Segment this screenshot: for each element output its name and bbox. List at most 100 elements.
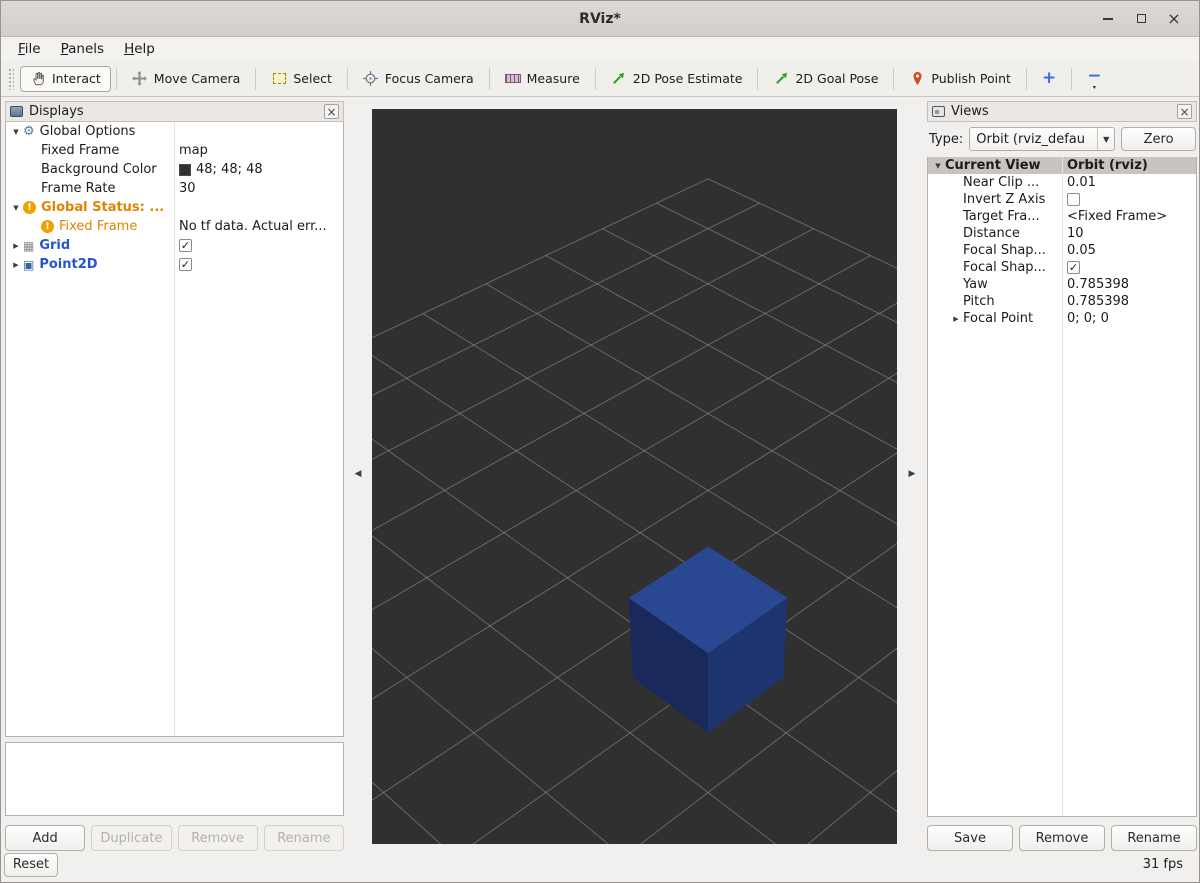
property-label: Fixed Frame (41, 143, 119, 158)
value-text: 30 (179, 181, 196, 196)
close-icon: × (1167, 11, 1180, 27)
property-value: 30 (174, 179, 343, 198)
checkbox[interactable] (1067, 193, 1080, 206)
views-rename-button[interactable]: Rename (1111, 825, 1197, 851)
green-arrow-icon (773, 71, 789, 87)
expand-icon[interactable]: ▶ (949, 315, 963, 323)
tool-label: Focus Camera (385, 71, 474, 86)
view-type-select[interactable]: Orbit (rviz_defau ▼ (969, 127, 1115, 151)
expand-icon[interactable]: ▶ (9, 242, 23, 250)
tool-move-camera-button[interactable]: Move Camera (122, 66, 251, 92)
property-name: ▼Current View (928, 157, 1062, 174)
view-type-label: Type: (929, 132, 963, 147)
grid-icon: ▦ (23, 240, 34, 252)
column-divider[interactable] (174, 122, 175, 736)
property-label: Focal Shap... (963, 243, 1046, 258)
chevron-down-icon: ▼ (1097, 128, 1114, 150)
window-controls: × (1099, 10, 1199, 28)
render-view[interactable] (372, 109, 897, 844)
collapse-left-icon[interactable]: ◀ (355, 469, 362, 479)
column-divider[interactable] (1062, 157, 1063, 816)
tool-2d-pose-estimate-button[interactable]: 2D Pose Estimate (601, 66, 753, 92)
toolbar-separator (116, 68, 117, 90)
tool-publish-point-button[interactable]: Publish Point (899, 66, 1021, 92)
color-swatch[interactable] (179, 164, 191, 176)
displays-buttons: AddDuplicateRemoveRename (5, 825, 344, 851)
value-text: Orbit (rviz) (1067, 158, 1148, 173)
tool-select-button[interactable]: Select (261, 66, 342, 92)
property-name: ▶▦ Grid (6, 236, 174, 255)
collapse-icon[interactable]: ▼ (9, 128, 23, 136)
collapse-icon[interactable]: ▼ (9, 204, 23, 212)
tool-label: 2D Goal Pose (795, 71, 878, 86)
views-remove-button[interactable]: Remove (1019, 825, 1105, 851)
left-splitter[interactable]: ◀ (344, 97, 372, 851)
checkbox[interactable]: ✓ (179, 239, 192, 252)
right-splitter[interactable]: ▶ (897, 97, 927, 851)
views-buttons: SaveRemoveRename (927, 825, 1197, 851)
selection-box-icon (271, 71, 287, 87)
tool-measure-button[interactable]: Measure (495, 66, 590, 92)
tool-focus-camera-button[interactable]: Focus Camera (353, 66, 484, 92)
menu-help[interactable]: Help (114, 39, 165, 59)
property-label: Grid (39, 238, 70, 253)
value-text: 0.01 (1067, 175, 1096, 190)
zero-button[interactable]: Zero (1121, 127, 1196, 151)
property-name: Near Clip ... (928, 174, 1062, 191)
point2d-icon: ▣ (23, 259, 34, 271)
tool-2d-goal-pose-button[interactable]: 2D Goal Pose (763, 66, 888, 92)
displays-add-button[interactable]: Add (5, 825, 85, 851)
displays-close-button[interactable]: × (324, 104, 339, 119)
minimize-icon (1103, 18, 1113, 20)
menu-file[interactable]: File (8, 39, 51, 59)
remove-tool-button[interactable]: − ▾ (1077, 66, 1111, 92)
displays-panel-title: Displays (29, 104, 84, 119)
minimize-button[interactable] (1099, 10, 1117, 28)
property-name: ▼⚙Global Options (6, 122, 174, 141)
toolbar-separator (489, 68, 490, 90)
property-value: ✓ (174, 255, 343, 274)
value-text: 10 (1067, 226, 1084, 241)
property-label: Background Color (41, 162, 157, 177)
collapse-right-icon[interactable]: ▶ (909, 469, 916, 479)
displays-panel-header[interactable]: Displays × (5, 101, 344, 122)
property-value: 0.01 (1062, 174, 1196, 191)
displays-remove-button: Remove (178, 825, 258, 851)
displays-tree: ▼⚙Global OptionsFixed FramemapBackground… (5, 122, 344, 737)
views-close-button[interactable]: × (1177, 104, 1192, 119)
close-button[interactable]: × (1165, 10, 1183, 28)
toolbar-grip[interactable] (8, 68, 14, 90)
maximize-button[interactable] (1132, 10, 1150, 28)
collapse-icon[interactable]: ▼ (931, 162, 945, 170)
tool-label: Interact (52, 71, 101, 86)
checkbox[interactable]: ✓ (179, 258, 192, 271)
value-text: 48; 48; 48 (196, 162, 263, 177)
property-label: Focal Point (963, 311, 1033, 326)
statusbar: Reset 31 fps (1, 851, 1199, 882)
views-panel-header[interactable]: Views × (927, 101, 1197, 122)
toolbar: Interact Move Camera Select Focus Camera Mea… (1, 61, 1199, 97)
views-save-button[interactable]: Save (927, 825, 1013, 851)
toolbar-separator (347, 68, 348, 90)
map-pin-icon (909, 71, 925, 87)
value-text: <Fixed Frame> (1067, 209, 1167, 224)
view-type-row: Type: Orbit (rviz_defau ▼ Zero (927, 122, 1197, 157)
add-tool-button[interactable]: + (1032, 68, 1066, 89)
toolbar-separator (757, 68, 758, 90)
tool-interact-button[interactable]: Interact (20, 66, 111, 92)
property-label: Frame Rate (41, 181, 115, 196)
titlebar[interactable]: RViz* × (1, 1, 1199, 37)
property-name: ▼!Global Status: ... (6, 198, 174, 217)
property-label: Point2D (39, 257, 97, 272)
reset-button[interactable]: Reset (4, 853, 58, 877)
main-area: Displays × ▼⚙Global OptionsFixed Framema… (1, 97, 1199, 851)
checkbox[interactable]: ✓ (1067, 261, 1080, 274)
move-icon (132, 71, 148, 87)
property-value: 0; 0; 0 (1062, 310, 1196, 327)
expand-icon[interactable]: ▶ (9, 261, 23, 269)
property-value: 10 (1062, 225, 1196, 242)
focus-icon (363, 71, 379, 87)
property-label: Near Clip ... (963, 175, 1039, 190)
menu-panels[interactable]: Panels (51, 39, 114, 59)
property-name: ▶Focal Point (928, 310, 1062, 327)
